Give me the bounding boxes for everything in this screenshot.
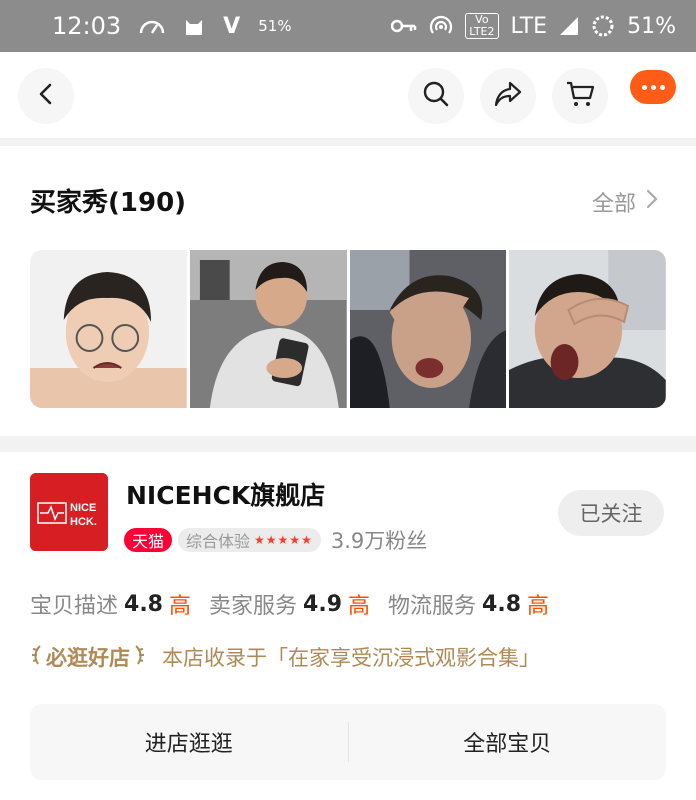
shop-ratings: 宝贝描述 4.8 高 卖家服务 4.9 高 物流服务 4.8 高 bbox=[30, 588, 549, 620]
top-nav bbox=[0, 52, 696, 138]
svg-text:NICE: NICE bbox=[70, 502, 96, 514]
buyer-photo[interactable] bbox=[509, 250, 666, 408]
more-menu-button[interactable] bbox=[630, 70, 676, 104]
buyer-show-section: 买家秀(190) 全部 bbox=[0, 146, 696, 436]
badge-label: 必逛好店 bbox=[46, 646, 130, 670]
svg-text:HCK.: HCK. bbox=[70, 516, 97, 528]
share-button[interactable] bbox=[480, 68, 536, 124]
volte-icon: Vo LTE2 bbox=[465, 13, 499, 39]
back-button[interactable] bbox=[18, 68, 74, 124]
buyer-show-title: 买家秀(190) bbox=[30, 188, 187, 218]
vpn-icon: V bbox=[223, 13, 241, 39]
enter-shop-button[interactable]: 进店逛逛 bbox=[30, 704, 348, 780]
rating-score: 4.8 bbox=[482, 591, 522, 617]
signal-icon bbox=[559, 16, 579, 36]
more-dot-icon bbox=[659, 84, 665, 90]
recommend-text: 本店收录于「在家享受沉浸式观影合集」 bbox=[162, 646, 540, 670]
laurel-right-icon bbox=[134, 644, 146, 671]
share-icon bbox=[493, 80, 523, 112]
rating-level: 高 bbox=[169, 594, 192, 619]
battery-ring-icon bbox=[591, 14, 615, 38]
rating-label: 物流服务 bbox=[388, 594, 477, 619]
back-arrow-icon bbox=[36, 82, 56, 110]
rating-level: 高 bbox=[348, 594, 371, 619]
search-icon bbox=[422, 80, 450, 112]
battery-percent: 51% bbox=[627, 13, 676, 39]
more-dot-icon bbox=[650, 84, 656, 90]
rating-description: 宝贝描述 4.8 高 bbox=[30, 588, 191, 620]
shop-actions: 进店逛逛 全部宝贝 bbox=[30, 704, 666, 780]
network-type: LTE bbox=[510, 13, 548, 39]
chevron-right-icon bbox=[646, 189, 658, 215]
key-icon bbox=[391, 18, 417, 34]
rating-label: 卖家服务 bbox=[209, 594, 298, 619]
fans-count: 3.9万粉丝 bbox=[330, 529, 428, 553]
cart-button[interactable] bbox=[552, 68, 608, 124]
rating-label: 宝贝描述 bbox=[30, 594, 119, 619]
buyer-photo[interactable] bbox=[30, 250, 187, 408]
rating-logistics: 物流服务 4.8 高 bbox=[388, 588, 549, 620]
more-dot-icon bbox=[641, 84, 647, 90]
experience-tag: 综合体验 ★★★★★ bbox=[178, 528, 321, 552]
search-button[interactable] bbox=[408, 68, 464, 124]
see-all-link[interactable]: 全部 bbox=[592, 186, 658, 218]
shop-name[interactable]: NICEHCK旗舰店 bbox=[126, 476, 325, 512]
shop-card: NICE HCK. NICEHCK旗舰店 天猫 综合体验 ★★★★★ 3.9万粉… bbox=[0, 452, 696, 800]
experience-label: 综合体验 bbox=[186, 532, 251, 551]
rating-service: 卖家服务 4.9 高 bbox=[209, 588, 370, 620]
rating-score: 4.8 bbox=[124, 591, 163, 617]
buyer-photo[interactable] bbox=[189, 250, 347, 408]
follow-button[interactable]: 已关注 bbox=[558, 490, 664, 536]
status-bar: 12:03 V 51% Vo LTE2 LTE 51% bbox=[0, 0, 696, 52]
hotspot-icon bbox=[429, 15, 453, 37]
speed-gauge-icon bbox=[139, 17, 165, 35]
rating-score: 4.9 bbox=[303, 591, 343, 617]
see-all-label: 全部 bbox=[591, 192, 636, 217]
buyer-photos-strip bbox=[30, 250, 666, 408]
buyer-photo[interactable] bbox=[349, 250, 507, 408]
all-items-button[interactable]: 全部宝贝 bbox=[349, 704, 667, 780]
shop-logo[interactable]: NICE HCK. bbox=[30, 473, 108, 551]
must-visit-badge: 必逛好店 bbox=[30, 642, 146, 672]
shop-tag-row: 天猫 综合体验 ★★★★★ 3.9万粉丝 bbox=[124, 525, 427, 555]
cart-icon bbox=[565, 80, 595, 112]
recommend-row[interactable]: 必逛好店 本店收录于「在家享受沉浸式观影合集」 bbox=[30, 642, 540, 672]
laurel-left-icon bbox=[30, 644, 42, 671]
tmall-tag: 天猫 bbox=[124, 528, 173, 552]
experience-stars: ★★★★★ bbox=[254, 533, 313, 547]
rating-level: 高 bbox=[527, 594, 550, 619]
status-time: 12:03 bbox=[52, 12, 122, 40]
status-left-battery: 51% bbox=[258, 17, 292, 35]
cat-app-icon bbox=[183, 15, 205, 37]
